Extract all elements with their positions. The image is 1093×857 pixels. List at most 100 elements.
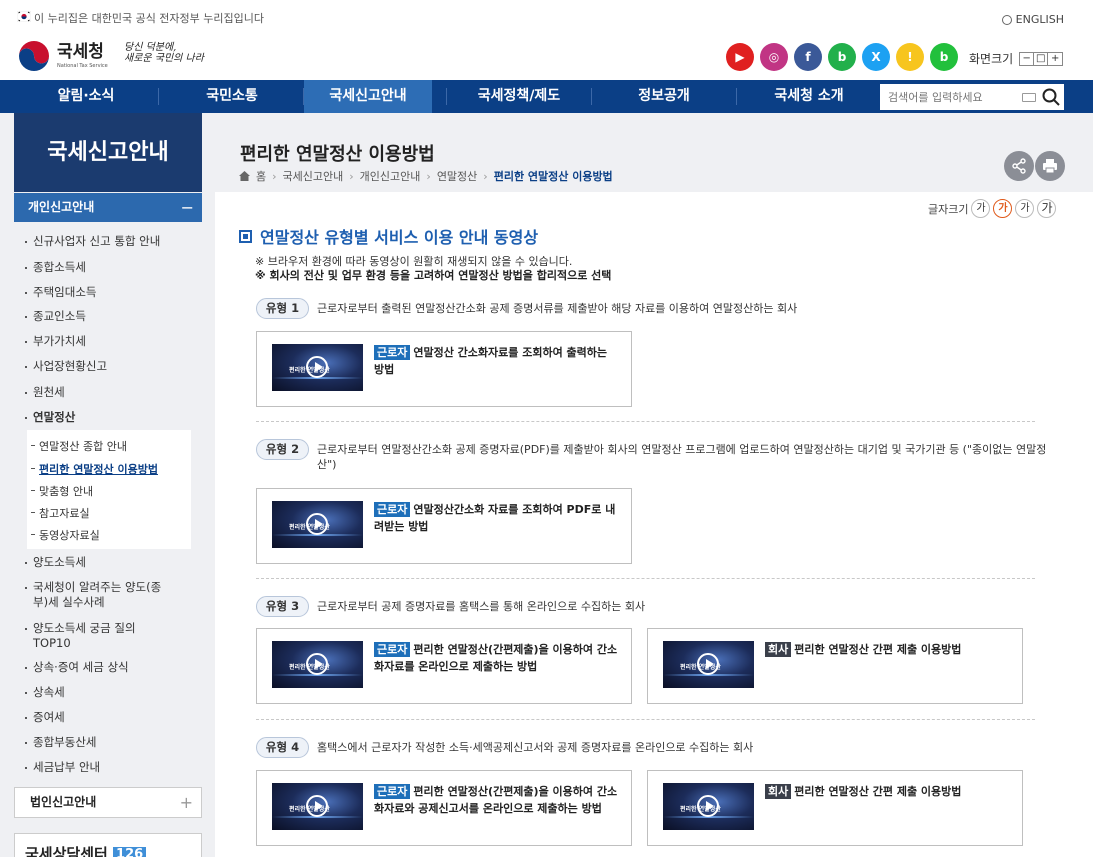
play-icon[interactable]	[306, 356, 328, 378]
gnb-item-tax-filing[interactable]: 국세신고안내	[304, 80, 432, 113]
type-2-description: 근로자로부터 연말정산간소화 공제 증명자료(PDF)를 제출받아 회사의 연말…	[317, 443, 1047, 471]
gnb-item-news[interactable]: 알림·소식	[22, 80, 150, 113]
screen-size-plus-button[interactable]: +	[1048, 53, 1062, 65]
share-button[interactable]	[1004, 151, 1034, 181]
type-3-row: 유형 3 근로자로부터 공제 증명자료를 홈택스를 통해 온라인으로 수집하는 회…	[256, 596, 1052, 617]
play-icon[interactable]	[697, 795, 719, 817]
gnb-item-tax-policy[interactable]: 국세정책/제도	[455, 80, 583, 113]
gnb-item-communication[interactable]: 국민소통	[168, 80, 296, 113]
video-card[interactable]: 편리한 연말정산 근로자 편리한 연말정산(간편제출)을 이용하여 간소화자료를 온…	[256, 628, 632, 704]
logo-name: 국세청	[57, 41, 104, 62]
band-icon[interactable]: b	[930, 43, 958, 71]
text-size-small-button[interactable]: 가	[971, 199, 991, 218]
youtube-icon[interactable]: ▶	[726, 43, 754, 71]
video-card[interactable]: 편리한 연말정산 회사 편리한 연말정산 간편 제출 이용방법	[647, 770, 1023, 846]
print-button[interactable]	[1035, 151, 1065, 181]
sidebar-item-vat[interactable]: 부가가치세	[25, 334, 86, 349]
screen-size-reset-button[interactable]: □	[1034, 52, 1049, 65]
gnb-divider	[446, 88, 447, 105]
video-thumbnail[interactable]: 편리한 연말정산	[663, 783, 754, 830]
breadcrumb-year-end[interactable]: 연말정산	[437, 168, 477, 184]
breadcrumb-home[interactable]: 홈	[256, 168, 266, 184]
sidebar-sub-custom-guide[interactable]: 맞춤형 안내	[31, 483, 93, 499]
sidebar-sub-easy-method[interactable]: 편리한 연말정산 이용방법	[31, 461, 158, 477]
expand-icon: +	[179, 793, 193, 812]
sidebar-item-business-status[interactable]: 사업장현황신고	[24, 359, 107, 374]
breadcrumb-personal[interactable]: 개인신고안내	[360, 168, 421, 184]
blog-icon[interactable]: b	[828, 43, 856, 71]
globe-icon	[1001, 14, 1012, 25]
text-size-normal-button[interactable]: 가	[993, 199, 1013, 218]
social-links: ▶ ◎ f b X! b	[726, 43, 958, 71]
sidebar-item-property-tax[interactable]: 종합부동산세	[24, 735, 96, 750]
sidebar-item-capital-gains-faq[interactable]: 양도소득세 궁금 질의 TOP10	[25, 621, 158, 651]
play-icon[interactable]	[306, 653, 328, 675]
screen-size-minus-button[interactable]: −	[1020, 52, 1035, 65]
sidebar-section-corporate[interactable]: 법인신고안내 +	[14, 787, 202, 818]
sidebar-item-withholding[interactable]: 원천세	[25, 385, 65, 400]
sidebar-section-personal[interactable]: 개인신고안내 −	[14, 193, 202, 222]
video-card-text: 근로자 연말정산 간소화자료를 조회하여 출력하는 방법	[374, 344, 619, 378]
sidebar-item-capital-gains[interactable]: 양도소득세	[25, 555, 86, 570]
type-2-label: 유형 2	[256, 439, 309, 460]
video-thumbnail[interactable]: 편리한 연말정산	[663, 641, 754, 688]
video-card[interactable]: 편리한 연말정산 근로자 편리한 연말정산(간편제출)을 이용하여 간소화자료와 공…	[256, 770, 632, 846]
gnb-item-disclosure[interactable]: 정보공개	[600, 80, 728, 113]
kakao-icon[interactable]: !	[896, 43, 924, 71]
sidebar-item-rental-income[interactable]: 주택임대소득	[24, 285, 96, 300]
sidebar-item-year-end[interactable]: 연말정산	[24, 410, 75, 425]
search-input[interactable]	[888, 90, 1018, 104]
sidebar-item-new-business[interactable]: 신규사업자 신고 통합 안내	[24, 234, 160, 249]
korean-flag-icon	[17, 11, 31, 22]
sidebar-item-inheritance-gift-info[interactable]: 상속·증여 세금 상식	[25, 660, 129, 675]
sidebar-item-income-tax[interactable]: 종합소득세	[25, 260, 86, 275]
type-3-label: 유형 3	[256, 596, 309, 617]
video-card[interactable]: 편리한 연말정산 근로자 연말정산 간소화자료를 조회하여 출력하는 방법	[256, 331, 632, 407]
sidebar-item-mistake-cases[interactable]: 국세청이 알려주는 양도(종부)세 실수사례	[25, 580, 168, 610]
call-number: 126	[113, 847, 147, 857]
nts-logo[interactable]: 국세청 National Tax Service	[17, 39, 108, 73]
video-title: 편리한 연말정산(간편제출)을 이용하여 간소화자료와 공제신고서를 온라인으로…	[374, 785, 618, 815]
call-center-banner[interactable]: 국세상담센터 126	[14, 833, 202, 857]
gnb-divider	[158, 88, 159, 105]
section-divider	[256, 719, 1035, 720]
facebook-icon[interactable]: f	[794, 43, 822, 71]
video-title: 편리한 연말정산 간편 제출 이용방법	[794, 785, 962, 798]
text-size-large-button[interactable]: 가	[1015, 199, 1035, 218]
video-thumbnail[interactable]: 편리한 연말정산	[272, 501, 363, 548]
sidebar-item-gift-tax[interactable]: 증여세	[25, 710, 65, 725]
worker-badge: 근로자	[374, 642, 411, 657]
type-1-row: 유형 1 근로자로부터 출력된 연말정산간소화 공제 증명서류를 제출받아 해당 …	[256, 298, 1052, 319]
logo-subtitle: National Tax Service	[57, 62, 108, 69]
section-heading: 연말정산 유형별 서비스 이용 안내 동영상	[239, 224, 538, 248]
sidebar-item-tax-payment[interactable]: 세금납부 안내	[24, 760, 100, 775]
gnb-item-about[interactable]: 국세청 소개	[745, 80, 873, 113]
sidebar-sub-references[interactable]: 참고자료실	[31, 505, 90, 521]
english-link[interactable]: ENGLISH	[1001, 13, 1064, 26]
instagram-icon[interactable]: ◎	[760, 43, 788, 71]
search-icon[interactable]	[1042, 88, 1060, 106]
play-icon[interactable]	[697, 653, 719, 675]
play-icon[interactable]	[306, 513, 328, 535]
video-card-text: 근로자 연말정산간소화 자료를 조회하여 PDF로 내려받는 방법	[374, 501, 619, 535]
video-card[interactable]: 편리한 연말정산 근로자 연말정산간소화 자료를 조회하여 PDF로 내려받는 방법	[256, 488, 632, 564]
video-thumbnail[interactable]: 편리한 연말정산	[272, 344, 363, 391]
x-icon[interactable]: X	[862, 43, 890, 71]
video-thumbnail[interactable]: 편리한 연말정산	[272, 641, 363, 688]
sidebar-item-inheritance-tax[interactable]: 상속세	[25, 685, 65, 700]
keyboard-icon[interactable]	[1022, 92, 1036, 102]
worker-badge: 근로자	[374, 784, 411, 799]
gnb-divider	[591, 88, 592, 105]
text-size-xlarge-button[interactable]: 가	[1037, 199, 1057, 218]
sidebar-sub-overview[interactable]: 연말정산 종합 안내	[31, 438, 127, 454]
play-icon[interactable]	[306, 795, 328, 817]
breadcrumb-tax-filing[interactable]: 국세신고안내	[283, 168, 344, 184]
type-4-row: 유형 4 홈택스에서 근로자가 작성한 소득·세액공제신고서와 공제 증명자료를 …	[256, 737, 1052, 758]
video-thumbnail[interactable]: 편리한 연말정산	[272, 783, 363, 830]
video-card-text: 회사 편리한 연말정산 간편 제출 이용방법	[765, 641, 1010, 658]
video-card[interactable]: 편리한 연말정산 회사 편리한 연말정산 간편 제출 이용방법	[647, 628, 1023, 704]
sidebar-item-religious-income[interactable]: 종교인소득	[25, 309, 86, 324]
search-box	[880, 84, 1064, 110]
sidebar-sub-videos[interactable]: 동영상자료실	[31, 527, 100, 543]
breadcrumb: 홈 › 국세신고안내 › 개인신고안내 › 연말정산 › 편리한 연말정산 이용…	[239, 168, 613, 184]
